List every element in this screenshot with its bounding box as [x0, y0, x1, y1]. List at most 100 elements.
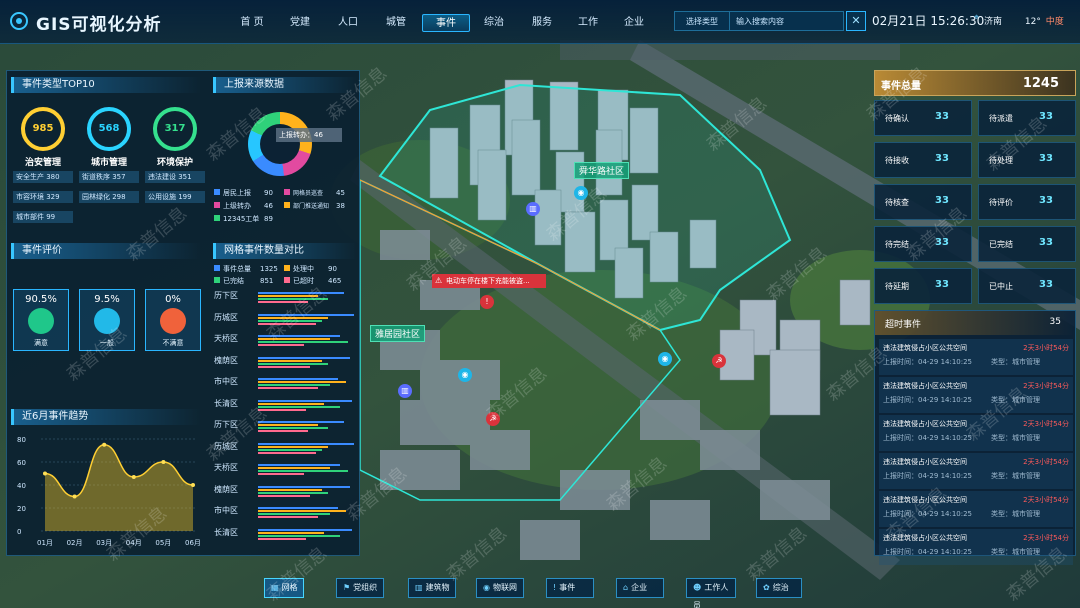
nav-population[interactable]: 人口: [324, 14, 372, 32]
community-label-yajuyuan[interactable]: 雅居园社区: [370, 325, 426, 342]
nav-events[interactable]: 事件: [422, 14, 470, 32]
overtime-item[interactable]: 违法建筑侵占小区公共空间 2天3小时54分 上报时间：04-29 14:10:25 类…: [879, 453, 1073, 489]
district-bar: [258, 448, 322, 451]
trend-point[interactable]: [161, 460, 166, 464]
legend-swatch: [214, 215, 220, 221]
overtime-item[interactable]: 违法建筑侵占小区公共空间 2天3小时54分 上报时间：04-29 14:10:25 类…: [879, 339, 1073, 375]
overtime-title: 超时事件: [885, 320, 922, 330]
trend-title: 近6月事件趋势: [11, 409, 201, 425]
ring-city[interactable]: 568: [87, 107, 131, 151]
district-bar: [258, 528, 352, 531]
trend-point[interactable]: [102, 442, 107, 447]
tag-item: 违法建设 351: [145, 171, 205, 183]
legend-value: 89: [264, 215, 273, 223]
district-bar: [258, 470, 348, 472]
nav-enterprise[interactable]: 企业: [610, 14, 658, 32]
trend-point[interactable]: [72, 494, 77, 499]
district-bar: [258, 421, 344, 423]
status-card[interactable]: 待延期 33: [874, 268, 972, 304]
bottom-nav-2[interactable]: ⚑ 党组织: [336, 578, 384, 598]
district-bar: [258, 473, 304, 475]
top-bar: GIS可视化分析 首 页 党建 人口 城管 事件 综治 服务 工作 企业 选择类…: [0, 0, 1080, 44]
overtime-item-type: 类型：城市管理: [991, 510, 1040, 518]
district-bar: [258, 365, 310, 368]
ring-label-city: 城市管理: [90, 158, 127, 168]
district-bar: [258, 531, 324, 534]
trend-point[interactable]: [131, 474, 136, 479]
eval-title: 事件评价: [11, 243, 201, 259]
district-bar: [258, 427, 328, 429]
district-bar: [258, 507, 338, 509]
total-value: 1245: [1022, 76, 1059, 91]
nav-services[interactable]: 服务: [518, 14, 566, 32]
donut-tooltip: 上报转办：46: [276, 128, 342, 142]
search-type-select[interactable]: 选择类型: [674, 11, 730, 31]
trend-chart[interactable]: 02040608001月 02月 03月 04月 05月 06月: [11, 429, 207, 549]
eval-label: 满意: [34, 339, 48, 347]
nav-comprehensive[interactable]: 综治: [470, 14, 518, 32]
eval-pct: 0%: [165, 294, 181, 305]
community-label-shunhua[interactable]: 舜华路社区: [574, 162, 630, 179]
ring-security[interactable]: 985: [21, 107, 65, 151]
eval-unsatisfied[interactable]: 0% 不满意: [145, 289, 201, 351]
trend-point[interactable]: [191, 483, 195, 487]
camera-pin-icon-2[interactable]: ◉: [458, 368, 472, 382]
eval-satisfied[interactable]: 90.5% 满意: [13, 289, 69, 351]
bottom-nav-5[interactable]: ! 事件: [546, 578, 594, 598]
search-clear-button[interactable]: ✕: [846, 11, 866, 31]
overtime-item[interactable]: 违法建筑侵占小区公共空间 2天3小时54分 上报时间：04-29 14:10:25 类…: [879, 377, 1073, 413]
building-pin-icon-2[interactable]: ▥: [398, 384, 412, 398]
legend-name: 12345工单: [223, 215, 260, 223]
status-card[interactable]: 待接收 33: [874, 142, 972, 178]
camera-pin-icon-3[interactable]: ◉: [658, 352, 672, 366]
status-card[interactable]: 已完结 33: [978, 226, 1076, 262]
status-card[interactable]: 已中止 33: [978, 268, 1076, 304]
weather-city: 济南: [984, 17, 1003, 27]
bottom-nav-4[interactable]: ◉ 物联网: [476, 578, 524, 598]
overtime-item-type: 类型：城市管理: [991, 434, 1040, 442]
event-alert-marker[interactable]: 电动车停在楼下充能被盗...: [432, 274, 546, 288]
weather: ⌖ 济南 12° 中度: [974, 13, 1064, 27]
grid-legend-item: 事件总量 1325: [214, 264, 284, 274]
district-bar: [258, 387, 318, 389]
legend-value: 46: [264, 202, 273, 210]
legend-name: 居民上报: [223, 189, 251, 197]
district-bar: [258, 513, 330, 515]
card-value: 33: [935, 111, 949, 122]
tag-item: 安全生产 380: [13, 171, 73, 183]
x-tick-label: 05月: [155, 539, 171, 547]
status-card[interactable]: 待评价 33: [978, 184, 1076, 220]
bottom-nav-label: 物联网: [492, 583, 517, 592]
district-bar: [258, 399, 352, 402]
bottom-nav-3[interactable]: ▥ 建筑物: [408, 578, 456, 598]
event-pin-icon[interactable]: !: [480, 295, 494, 309]
district-bar: [258, 405, 340, 408]
ring-label-security: 治安管理: [24, 158, 61, 168]
district-bar: [258, 485, 350, 488]
building-pin-icon[interactable]: ▥: [526, 202, 540, 216]
trend-point[interactable]: [43, 471, 47, 476]
card-value: 33: [935, 195, 949, 206]
eval-pct: 90.5%: [25, 294, 57, 305]
nav-home[interactable]: 首 页: [228, 14, 276, 32]
bottom-nav-6[interactable]: ⌂ 企业: [616, 578, 664, 598]
bottom-nav-8[interactable]: ✿ 综治: [756, 578, 802, 598]
district-label: 市中区: [214, 377, 238, 386]
x-tick-label: 02月: [67, 539, 83, 547]
overtime-item-title: 违法建筑侵占小区公共空间: [883, 382, 967, 390]
ring-env[interactable]: 317: [153, 107, 197, 151]
bottom-nav-7[interactable]: ☻ 工作人员: [686, 578, 736, 608]
nav-city-management[interactable]: 城管: [372, 14, 420, 32]
card-label: 待派遣: [989, 114, 1013, 123]
legend-swatch: [214, 265, 220, 271]
overtime-item-title: 违法建筑侵占小区公共空间: [883, 458, 967, 466]
nav-party[interactable]: 党建: [276, 14, 324, 32]
bottom-nav-icon: ☻: [693, 583, 702, 592]
legend-swatch: [284, 265, 290, 271]
source-legend-item: 12345工单 89: [214, 214, 284, 224]
weather-condition: 中度: [1045, 17, 1064, 27]
party-pin-icon-2[interactable]: ☭: [712, 354, 726, 368]
nav-work[interactable]: 工作: [564, 14, 612, 32]
search-input[interactable]: [730, 11, 844, 31]
overtime-item-type: 类型：城市管理: [991, 472, 1040, 480]
